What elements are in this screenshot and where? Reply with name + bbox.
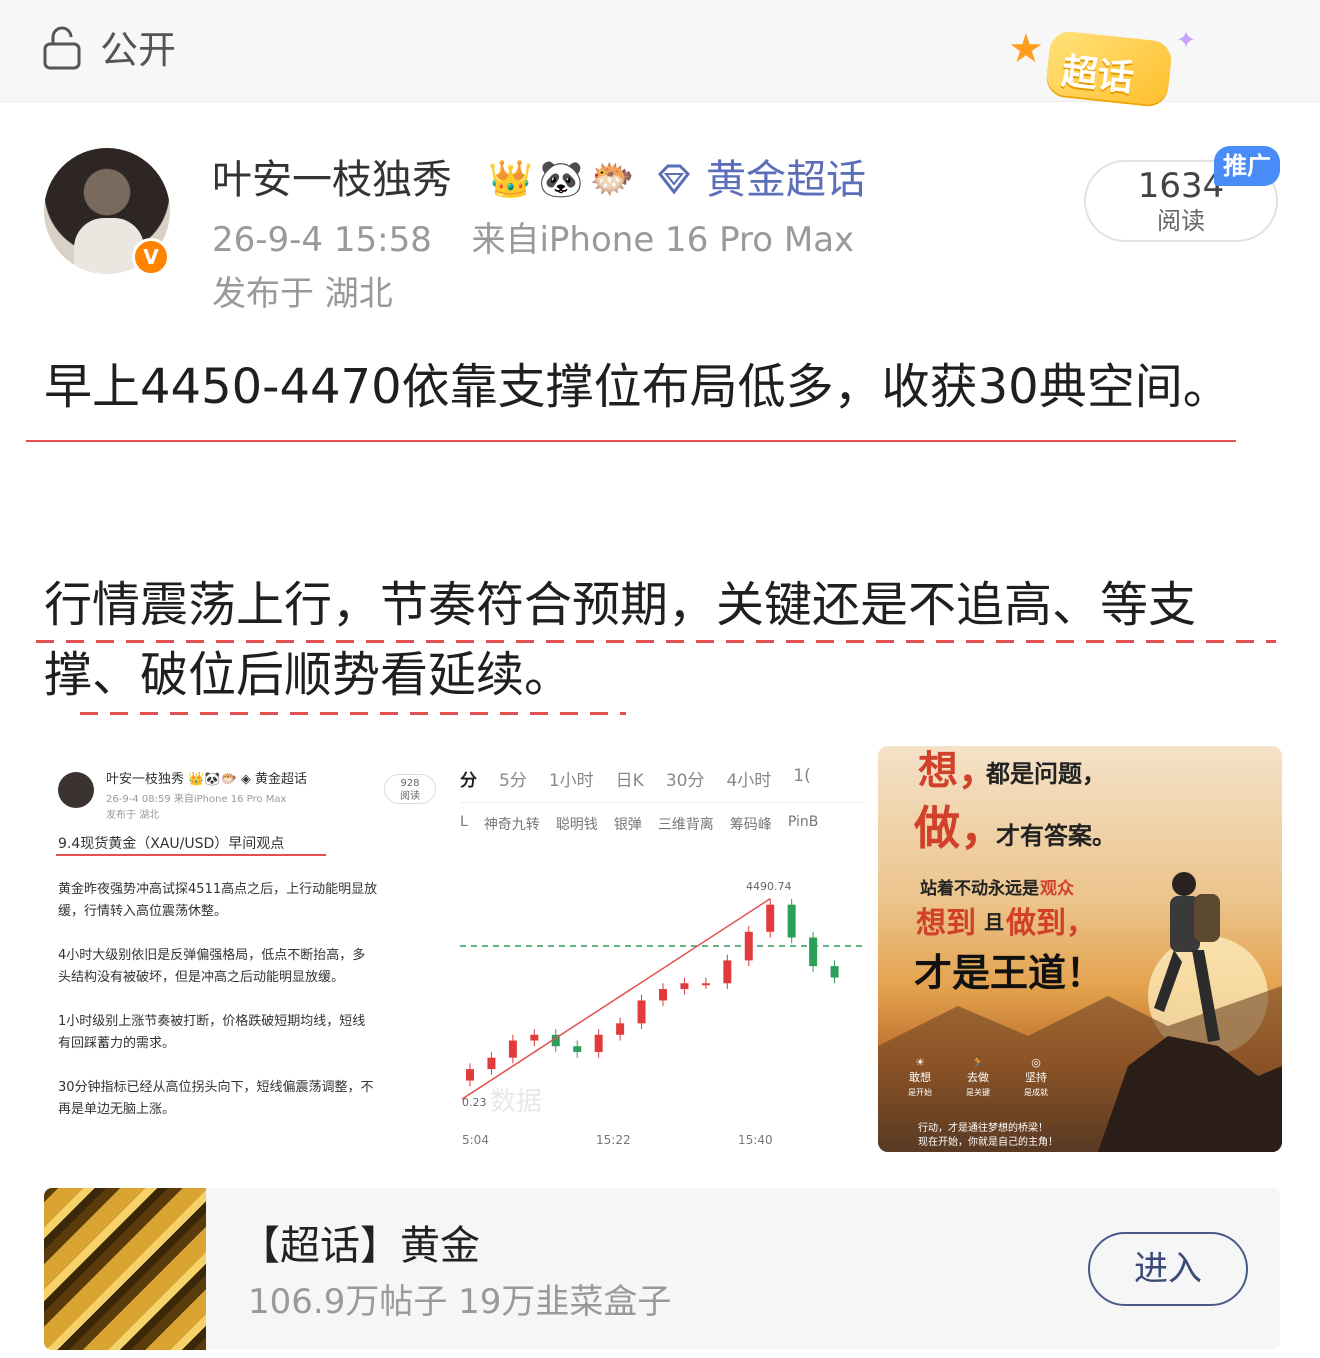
- tab-30m[interactable]: 30分: [666, 766, 705, 791]
- x-tick-label: 15:40: [738, 1133, 773, 1147]
- crown-badge-icon: 👑: [488, 159, 533, 200]
- avatar: [58, 772, 94, 808]
- candle: [637, 1000, 646, 1024]
- post-meta: 26-9-4 15:58 来自iPhone 16 Pro Max: [212, 218, 854, 262]
- lock-icon: [43, 26, 81, 70]
- post-source: 来自iPhone 16 Pro Max: [471, 220, 855, 260]
- low-label: 0.23: [462, 1096, 487, 1109]
- read-label: 阅读: [1157, 207, 1205, 235]
- post-image-1[interactable]: 叶安一枝独秀 👑🐼🐡 ◈ 黄金超话 26-9-4 08:59 来自iPhone …: [44, 746, 444, 1152]
- trend-arrow: [461, 898, 771, 1100]
- sparkle-icon: ✦: [1176, 26, 1197, 54]
- post-location: 发布于 湖北: [212, 274, 393, 314]
- indicator[interactable]: 三维背离: [658, 814, 714, 834]
- read-count-box: 928 阅读: [384, 774, 436, 804]
- poster-footer: 行动，才是通往梦想的桥梁！ 现在开始，你就是自己的主角！: [918, 1123, 1058, 1148]
- chart-watermark: 数据: [490, 1087, 542, 1117]
- candle: [573, 1046, 582, 1052]
- x-tick-label: 5:04: [462, 1133, 489, 1147]
- tab-day[interactable]: 日K: [616, 766, 644, 791]
- indicator[interactable]: L: [460, 814, 468, 834]
- red-underline: [80, 712, 626, 715]
- idea-icon: ☀ 敢想 是开始: [908, 1056, 932, 1097]
- tab-more[interactable]: 1(: [793, 766, 810, 791]
- icon-row: ☀ 敢想 是开始 🏃 去做 是关键 ◎ 坚持 是成就: [908, 1056, 1048, 1098]
- tab-1m[interactable]: 分: [460, 766, 477, 791]
- candle: [830, 966, 839, 978]
- candle: [787, 904, 796, 938]
- post-time: 26-9-4 15:58: [212, 220, 432, 260]
- topic-stats: 106.9万帖子 19万韭菜盒子: [248, 1282, 672, 1322]
- fish-badge-icon: 🐡: [589, 159, 635, 200]
- red-underline: [26, 440, 1236, 442]
- indicator[interactable]: 筹码峰: [730, 814, 772, 834]
- red-underline: [56, 854, 326, 856]
- topic-link[interactable]: 黄金超话: [706, 154, 866, 206]
- peak-label: 4490.74: [746, 880, 792, 893]
- author-badges: 👑 🐼 🐡: [488, 156, 634, 204]
- post-paragraph: 早上4450-4470依靠支撑位布局低多，收获30典空间。: [44, 359, 1231, 415]
- promo-button[interactable]: 推广: [1214, 146, 1280, 186]
- candle: [594, 1034, 603, 1052]
- verified-badge-icon: V: [132, 238, 170, 276]
- candle: [723, 960, 732, 984]
- timeframe-tabs: 分 5分 1小时 日K 30分 4小时 1(: [460, 766, 811, 791]
- candle: [659, 989, 667, 1001]
- candle: [466, 1069, 474, 1081]
- author-name[interactable]: 叶安一枝独秀: [212, 154, 452, 206]
- enter-button[interactable]: 进入: [1088, 1232, 1248, 1306]
- indicator[interactable]: 神奇九转: [484, 814, 540, 834]
- red-underline: [36, 640, 1276, 643]
- candle: [487, 1057, 496, 1070]
- target-icon: ◎ 坚持 是成就: [1024, 1056, 1048, 1097]
- candle: [530, 1034, 539, 1041]
- chaohua-badge[interactable]: ★ 超话 ✦: [1008, 26, 1216, 118]
- topic-title: 【超话】黄金: [240, 1223, 480, 1269]
- visibility-label[interactable]: 公开: [100, 26, 176, 74]
- topic-card[interactable]: 【超话】黄金 106.9万帖子 19万韭菜盒子 进入: [44, 1188, 1280, 1350]
- diamond-icon: [658, 164, 690, 195]
- candle: [680, 983, 689, 989]
- candle: [766, 904, 775, 932]
- tab-1h[interactable]: 1小时: [549, 766, 594, 791]
- tab-5m[interactable]: 5分: [499, 766, 527, 791]
- candle: [616, 1023, 625, 1035]
- price-chart: 数据 4490.74 0.23 5:04 15:22 15:40: [460, 880, 866, 1147]
- panda-badge-icon: 🐼: [538, 159, 584, 200]
- run-icon: 🏃 去做 是关键: [966, 1056, 990, 1097]
- post-image-2[interactable]: 分 5分 1小时 日K 30分 4小时 1( L 神奇九转 聪明钱 银弹 三维背…: [460, 746, 866, 1152]
- candle: [809, 937, 818, 967]
- indicator[interactable]: PinB: [788, 814, 819, 834]
- indicator-bar: L 神奇九转 聪明钱 银弹 三维背离 筹码峰 PinB: [460, 814, 818, 834]
- gold-bars-image: [44, 1188, 206, 1350]
- tab-4h[interactable]: 4小时: [726, 766, 771, 791]
- post-image-3[interactable]: 想， 都是问题， 做， 才有答案。 站着不动永远是 观众 想到 且 做到， 才是…: [878, 746, 1282, 1152]
- top-bar: 公开 ★ 超话 ✦: [0, 0, 1320, 107]
- candle: [744, 931, 753, 961]
- star-icon: ★: [1008, 26, 1044, 72]
- indicator[interactable]: 聪明钱: [556, 814, 598, 834]
- candle: [508, 1040, 517, 1058]
- candle: [701, 983, 710, 986]
- indicator[interactable]: 银弹: [614, 814, 642, 834]
- x-tick-label: 15:22: [596, 1133, 631, 1147]
